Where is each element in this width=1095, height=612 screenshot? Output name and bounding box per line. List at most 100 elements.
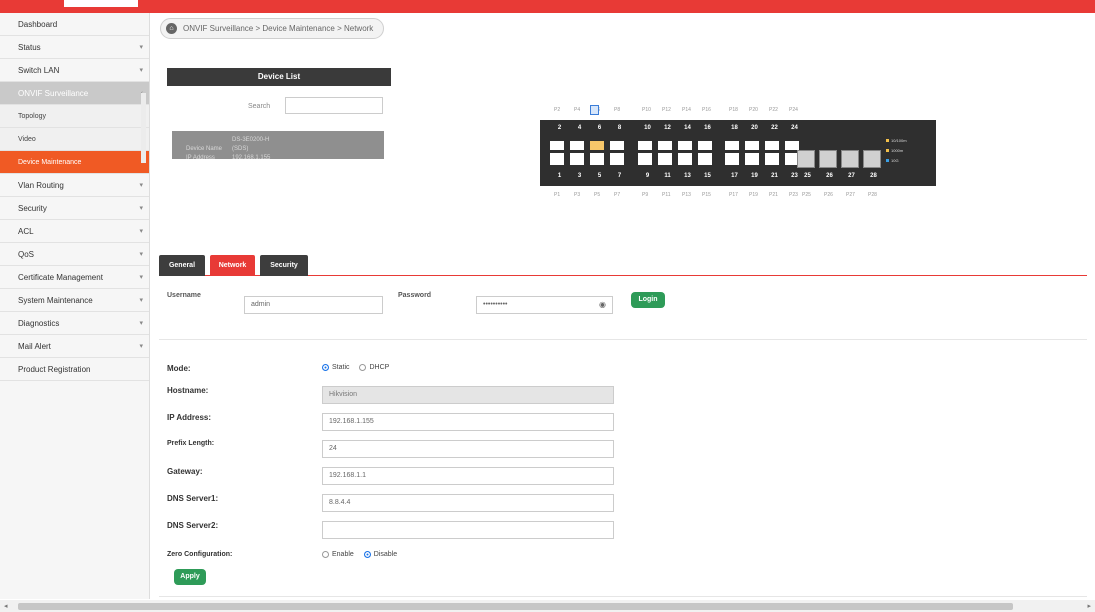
port-speed-legend-item: 10/100m	[886, 138, 907, 143]
port-number: 7	[617, 173, 622, 179]
sidebar-item-product-registration[interactable]: Product Registration	[0, 358, 149, 381]
sidebar-item-qos[interactable]: QoS ▾	[0, 243, 149, 266]
port-number: 6	[597, 125, 602, 131]
username-input[interactable]: admin	[244, 296, 383, 314]
sidebar-item-status[interactable]: Status ▾	[0, 36, 149, 59]
gateway-input[interactable]: 192.168.1.1	[322, 467, 614, 485]
tab-network[interactable]: Network	[210, 255, 255, 276]
sidebar-item-device-maintenance[interactable]: Device Maintenance	[0, 151, 149, 174]
switch-port[interactable]	[569, 152, 585, 166]
sidebar-item-label: System Maintenance	[18, 296, 93, 305]
port-label: P21	[769, 192, 778, 198]
search-label: Search	[248, 103, 271, 110]
ip-address-input[interactable]: 192.168.1.155	[322, 413, 614, 431]
scroll-right-icon[interactable]: ▸	[1087, 602, 1091, 610]
switch-port[interactable]	[764, 137, 780, 151]
dns-server2-input[interactable]	[322, 521, 614, 539]
switch-panel-graphic: P2P4P6P8P10P12P14P16P18P20P22P24 2468101…	[540, 103, 936, 201]
radio-checked-icon[interactable]	[363, 551, 371, 558]
sidebar-item-video[interactable]: Video	[0, 128, 149, 151]
sidebar-item-mail-alert[interactable]: Mail Alert ▾	[0, 335, 149, 358]
switch-port[interactable]	[784, 137, 800, 151]
sidebar-item-acl[interactable]: ACL ▾	[0, 220, 149, 243]
sfp-port[interactable]	[841, 150, 859, 168]
switch-port[interactable]	[637, 137, 653, 151]
port-label: P16	[702, 107, 711, 113]
sfp-port[interactable]	[863, 150, 881, 168]
tab-security[interactable]: Security	[260, 255, 308, 276]
chevron-down-icon: ▾	[139, 320, 143, 327]
selected-port-marker	[590, 105, 599, 115]
legend-label: 10/100m	[891, 138, 907, 143]
radio-unchecked-icon[interactable]	[359, 364, 367, 371]
prefix-length-label: Prefix Length:	[167, 440, 215, 447]
device-search-input[interactable]	[285, 97, 383, 114]
zero-config-radio-group: Enable Disable	[322, 551, 405, 558]
switch-port[interactable]	[724, 137, 740, 151]
password-label: Password	[398, 292, 432, 299]
port-label: P22	[769, 107, 778, 113]
radio-unchecked-icon[interactable]	[322, 551, 329, 558]
sfp-port[interactable]	[819, 150, 837, 168]
device-row[interactable]: Device Name DS-3E0200-H (SDS) IP Address 1…	[172, 131, 384, 161]
port-number: 17	[731, 173, 738, 179]
switch-port[interactable]	[724, 152, 740, 166]
tab-general[interactable]: General	[159, 255, 205, 276]
switch-port[interactable]	[549, 137, 565, 151]
sidebar-item-label: Topology	[18, 113, 47, 120]
zero-disable-label: Disable	[373, 551, 398, 559]
apply-button[interactable]: Apply	[174, 569, 206, 585]
switch-port[interactable]	[637, 152, 653, 166]
eye-icon[interactable]: ◉	[599, 297, 606, 313]
sidebar-item-onvif-surveillance[interactable]: ONVIF Surveillance‹	[0, 82, 149, 105]
port-number: 27	[848, 173, 855, 179]
switch-port[interactable]	[569, 137, 585, 151]
prefix-length-input[interactable]: 24	[322, 440, 614, 458]
sfp-port[interactable]	[797, 150, 815, 168]
port-label: P13	[682, 192, 691, 198]
switch-port[interactable]	[677, 137, 693, 151]
sidebar-item-topology[interactable]: Topology	[0, 105, 149, 128]
sidebar-item-diagnostics[interactable]: Diagnostics ▾	[0, 312, 149, 335]
zero-enable-option[interactable]: Enable	[322, 551, 354, 558]
switch-port[interactable]	[657, 137, 673, 151]
sidebar-item-switch-lan[interactable]: Switch LAN ▾	[0, 59, 149, 82]
switch-port[interactable]	[744, 137, 760, 151]
switch-port[interactable]	[697, 152, 713, 166]
horizontal-scrollbar[interactable]: ◂ ▸	[0, 600, 1095, 612]
home-icon[interactable]: ⌂	[166, 23, 177, 34]
switch-port[interactable]	[697, 137, 713, 151]
radio-checked-icon[interactable]	[322, 364, 329, 371]
sidebar-item-vlan-routing[interactable]: Vlan Routing ▾	[0, 174, 149, 197]
mode-static-option[interactable]: Static	[322, 364, 350, 371]
switch-port[interactable]	[589, 137, 605, 151]
dns-server1-input[interactable]: 8.8.4.4	[322, 494, 614, 512]
login-button[interactable]: Login	[631, 292, 665, 308]
sidebar-item-security[interactable]: Security ▾	[0, 197, 149, 220]
sidebar-item-certificate-management[interactable]: Certificate Management ▾	[0, 266, 149, 289]
scrollbar-thumb[interactable]	[18, 603, 1013, 610]
device-name-label: Device Name	[186, 146, 223, 152]
sidebar-item-system-maintenance[interactable]: System Maintenance ▾	[0, 289, 149, 312]
switch-port[interactable]	[549, 152, 565, 166]
port-number: 2	[557, 125, 562, 131]
sidebar-item-dashboard[interactable]: Dashboard	[0, 13, 149, 36]
switch-port[interactable]	[589, 152, 605, 166]
mode-dhcp-option[interactable]: DHCP	[359, 364, 389, 371]
switch-port[interactable]	[744, 152, 760, 166]
switch-port[interactable]	[609, 137, 625, 151]
switch-port[interactable]	[677, 152, 693, 166]
switch-port[interactable]	[764, 152, 780, 166]
chevron-down-icon: ▾	[139, 297, 143, 304]
switch-port[interactable]	[609, 152, 625, 166]
bottom-port-labels: P1 P3 P5 P7 P9 P11 P13 P15 P17 P19 P21 P23 P25 P26 P27…	[540, 188, 936, 202]
zero-disable-option[interactable]: Disable	[363, 551, 398, 559]
password-input[interactable]: •••••••••• ◉	[476, 296, 613, 314]
chevron-down-icon: ▾	[139, 182, 143, 189]
port-label: P8	[614, 107, 621, 113]
port-number: 19	[751, 173, 758, 179]
sidebar-item-label: Certificate Management	[18, 273, 103, 282]
port-number: 24	[791, 125, 798, 131]
switch-port[interactable]	[657, 152, 673, 166]
scroll-left-icon[interactable]: ◂	[4, 602, 8, 610]
